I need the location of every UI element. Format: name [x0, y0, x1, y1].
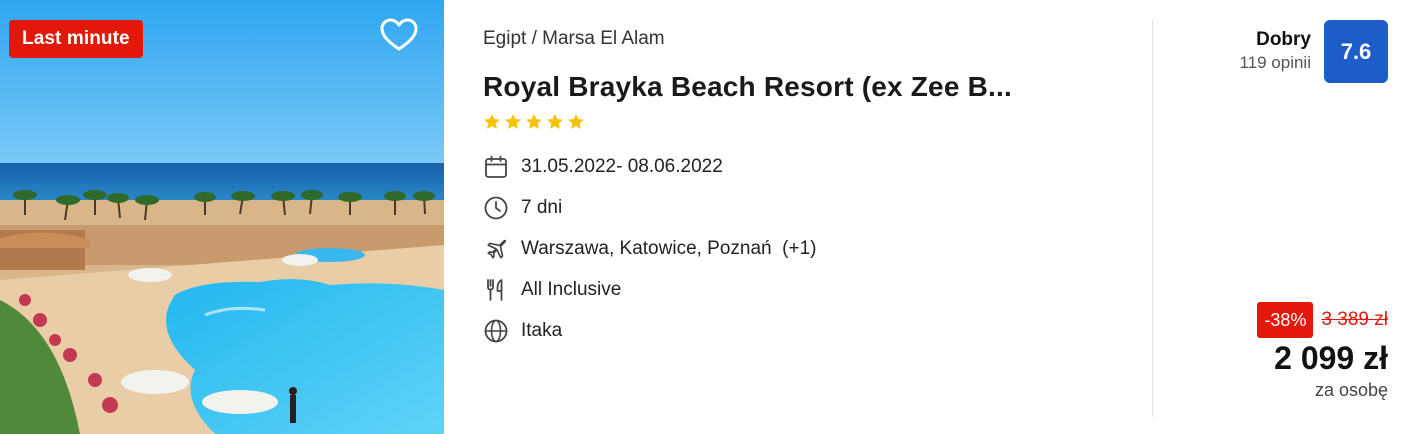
location-breadcrumb[interactable]: Egipt / Marsa El Alam: [483, 27, 1123, 51]
plane-icon: [487, 239, 507, 259]
calendar-icon: [485, 155, 507, 178]
favorite-button[interactable]: [379, 16, 419, 56]
duration-row: 7 dni: [483, 196, 1123, 220]
last-minute-badge: Last minute: [9, 20, 143, 58]
reviews-count[interactable]: 119 opinii: [1239, 52, 1311, 74]
hotel-title[interactable]: Royal Brayka Beach Resort (ex Zee B...: [483, 70, 1123, 104]
rating-summary[interactable]: Dobry 119 opinii: [1239, 29, 1311, 74]
star-icon: [568, 114, 584, 129]
dates-row: 31.05.2022- 08.06.2022: [483, 155, 1123, 179]
globe-icon: [484, 319, 508, 343]
offer-card[interactable]: Last minute Egipt / Marsa El Alam Royal …: [0, 0, 1410, 434]
hotel-photo[interactable]: Last minute: [0, 0, 444, 434]
rating-label: Dobry: [1256, 29, 1311, 50]
star-icon: [547, 114, 563, 129]
divider: [1152, 20, 1153, 417]
departures-row: Warszawa, Katowice, Poznań (+1): [483, 237, 1123, 261]
price-discount-line: -38% 3 389 zł: [1257, 302, 1388, 338]
board-text: All Inclusive: [521, 279, 622, 300]
offer-info: Egipt / Marsa El Alam Royal Brayka Beach…: [483, 27, 1123, 360]
current-price[interactable]: 2 099 zł: [1274, 340, 1388, 377]
duration-text: 7 dni: [521, 197, 563, 218]
star-icon: [526, 114, 542, 129]
board-row: All Inclusive: [483, 278, 1123, 302]
price-per-person: za osobę: [1314, 380, 1388, 400]
operator-row: Itaka: [483, 319, 1123, 343]
discount-badge: -38%: [1257, 302, 1314, 338]
hotel-stars: [483, 113, 1123, 135]
heart-icon: [380, 18, 418, 51]
rating-score-badge: 7.6: [1324, 20, 1388, 83]
clock-icon: [484, 196, 508, 220]
star-icon: [484, 114, 500, 129]
cutlery-icon: [487, 279, 503, 301]
star-icon: [505, 114, 521, 129]
operator-text: Itaka: [521, 320, 563, 341]
departures-text[interactable]: Warszawa, Katowice, Poznań (+1): [521, 238, 817, 260]
old-price: 3 389 zł: [1321, 309, 1388, 330]
dates-text: 31.05.2022- 08.06.2022: [521, 156, 723, 177]
offer-details: 31.05.2022- 08.06.2022 7 dni Warszawa, K…: [483, 155, 1123, 343]
